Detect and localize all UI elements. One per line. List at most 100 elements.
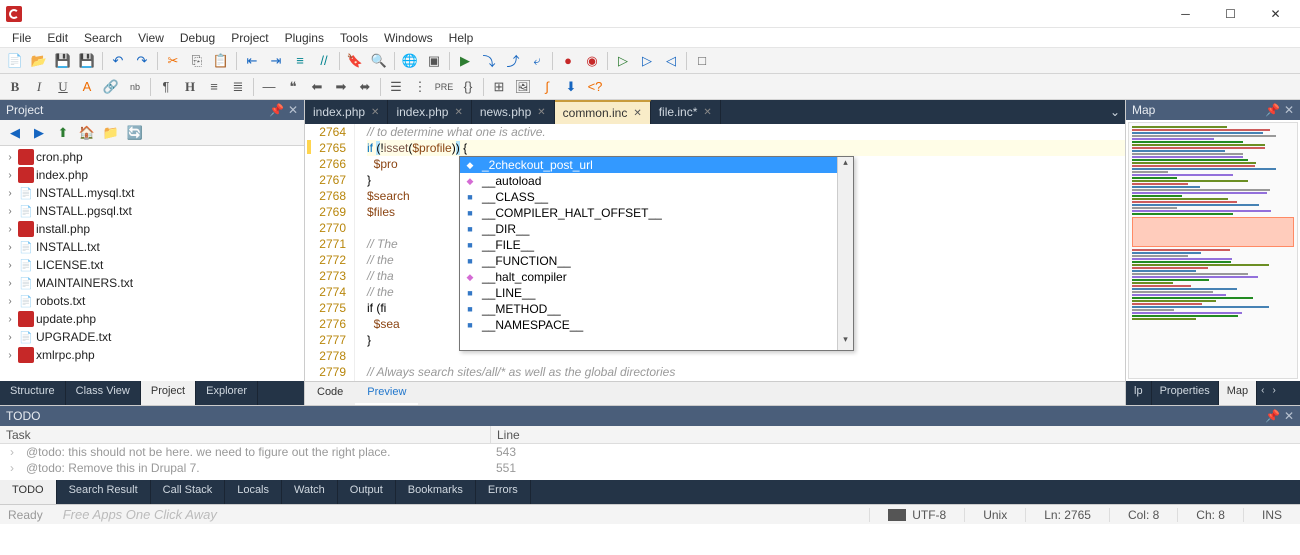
code-editor[interactable]: 2764276527662767276827692770277127722773… <box>305 124 1125 381</box>
browser-icon[interactable]: 🌐 <box>399 50 421 72</box>
save-all-icon[interactable]: 💾 <box>76 50 98 72</box>
font-icon[interactable]: A <box>76 76 98 98</box>
col-line[interactable]: Line <box>490 426 1300 443</box>
link-icon[interactable]: 🔗 <box>100 76 122 98</box>
editor-tab[interactable]: index.php✕ <box>388 100 471 124</box>
cut-icon[interactable]: ✂ <box>162 50 184 72</box>
up-icon[interactable]: ⬆ <box>52 122 74 144</box>
completion-item[interactable]: ■__CLASS__ <box>460 189 853 205</box>
tree-item[interactable]: › 📄 INSTALL.mysql.txt <box>0 184 304 202</box>
bookmark-icon[interactable]: 🔖 <box>344 50 366 72</box>
run-icon[interactable]: ▶ <box>454 50 476 72</box>
completion-item[interactable]: ■__LINE__ <box>460 285 853 301</box>
breakpoint-icon[interactable]: ● <box>557 50 579 72</box>
col-task[interactable]: Task <box>0 426 490 443</box>
save-icon[interactable]: 💾 <box>52 50 74 72</box>
indent-right-icon[interactable]: ⇥ <box>265 50 287 72</box>
step-over-icon[interactable]: ⤴ <box>502 50 524 72</box>
menu-plugins[interactable]: Plugins <box>277 29 332 47</box>
home-icon[interactable]: 🏠 <box>76 122 98 144</box>
folder-icon[interactable]: 📁 <box>100 122 122 144</box>
step-into-icon[interactable]: ⤵ <box>478 50 500 72</box>
completion-scrollbar[interactable]: ▴ ▾ <box>837 157 853 350</box>
completion-item[interactable]: ◆__autoload <box>460 173 853 189</box>
menu-view[interactable]: View <box>130 29 172 47</box>
tab-code[interactable]: Code <box>305 382 355 405</box>
list-ol-icon[interactable]: ⋮ <box>409 76 431 98</box>
tab-search-result[interactable]: Search Result <box>57 480 151 504</box>
table-icon[interactable]: ⊞ <box>488 76 510 98</box>
menu-edit[interactable]: Edit <box>39 29 76 47</box>
breakpoints-icon[interactable]: ◉ <box>581 50 603 72</box>
forward-icon[interactable]: ▶ <box>28 122 50 144</box>
quote-icon[interactable]: ❝ <box>282 76 304 98</box>
menu-tools[interactable]: Tools <box>332 29 376 47</box>
completion-item[interactable]: ■__METHOD__ <box>460 301 853 317</box>
todo-row[interactable]: @todo: Remove this in Drupal 7.551 <box>0 460 1300 476</box>
center-icon[interactable]: ⬌ <box>354 76 376 98</box>
editor-tab[interactable]: index.php✕ <box>305 100 388 124</box>
paste-icon[interactable]: 📋 <box>210 50 232 72</box>
tab-project[interactable]: Project <box>141 381 196 405</box>
underline-icon[interactable]: U <box>52 76 74 98</box>
tab-overflow-icon[interactable]: ⌄ <box>1105 105 1125 119</box>
tree-item[interactable]: › update.php <box>0 310 304 328</box>
menu-help[interactable]: Help <box>441 29 482 47</box>
completion-item[interactable]: ■__DIR__ <box>460 221 853 237</box>
close-icon[interactable]: ✕ <box>371 107 379 118</box>
tab-watch[interactable]: Watch <box>282 480 338 504</box>
completion-item[interactable]: ◆_2checkout_post_url <box>460 157 853 173</box>
code-area[interactable]: // to determine what one is active.if (!… <box>355 124 1125 381</box>
tab-explorer[interactable]: Explorer <box>196 381 258 405</box>
paragraph-icon[interactable]: ¶ <box>155 76 177 98</box>
menu-debug[interactable]: Debug <box>172 29 223 47</box>
maximize-button[interactable]: ☐ <box>1208 0 1253 28</box>
close-button[interactable]: ✕ <box>1253 0 1298 28</box>
pin-icon[interactable]: 📌 <box>269 103 284 117</box>
pin-icon[interactable]: 📌 <box>1265 409 1280 423</box>
align-left-icon[interactable]: ≡ <box>203 76 225 98</box>
panel-close-icon[interactable]: ✕ <box>1284 103 1294 117</box>
redo-icon[interactable]: ↷ <box>131 50 153 72</box>
back-icon[interactable]: ◀ <box>4 122 26 144</box>
tabs-scroll-right-icon[interactable]: › <box>1268 381 1279 405</box>
find-icon[interactable]: 🔍 <box>368 50 390 72</box>
todo-row[interactable]: @todo: this should not be here. we need … <box>0 444 1300 460</box>
tree-item[interactable]: › 📄 UPGRADE.txt <box>0 328 304 346</box>
right-icon[interactable]: ➡ <box>330 76 352 98</box>
pin-icon[interactable]: 📌 <box>1265 103 1280 117</box>
copy-icon[interactable]: ⎘ <box>186 50 208 72</box>
editor-tab[interactable]: file.inc*✕ <box>651 100 721 124</box>
indent-left-icon[interactable]: ⇤ <box>241 50 263 72</box>
menu-search[interactable]: Search <box>76 29 130 47</box>
tab-preview[interactable]: Preview <box>355 382 418 405</box>
step-out-icon[interactable]: ⤶ <box>526 50 548 72</box>
close-icon[interactable]: ✕ <box>633 108 641 119</box>
tab-bookmarks[interactable]: Bookmarks <box>396 480 476 504</box>
tree-item[interactable]: › index.php <box>0 166 304 184</box>
left-icon[interactable]: ⬅ <box>306 76 328 98</box>
tree-item[interactable]: › 📄 LICENSE.txt <box>0 256 304 274</box>
bold-icon[interactable]: B <box>4 76 26 98</box>
completion-popup[interactable]: ◆_2checkout_post_url◆__autoload■__CLASS_… <box>459 156 854 351</box>
tree-item[interactable]: › 📄 MAINTAINERS.txt <box>0 274 304 292</box>
completion-item[interactable]: ■__FILE__ <box>460 237 853 253</box>
menu-project[interactable]: Project <box>223 29 276 47</box>
tree-item[interactable]: › 📄 INSTALL.txt <box>0 238 304 256</box>
pre-icon[interactable]: PRE <box>433 76 455 98</box>
tab-locals[interactable]: Locals <box>225 480 282 504</box>
tree-item[interactable]: › 📄 robots.txt <box>0 292 304 310</box>
php-tag-icon[interactable]: <? <box>584 76 606 98</box>
code-minimap[interactable] <box>1128 122 1298 379</box>
new-file-icon[interactable]: 📄 <box>4 50 26 72</box>
play-icon[interactable]: ▷ <box>612 50 634 72</box>
tab-call-stack[interactable]: Call Stack <box>151 480 226 504</box>
script-icon[interactable]: ∫ <box>536 76 558 98</box>
comment-icon[interactable]: // <box>313 50 335 72</box>
completion-item[interactable]: ◆__halt_compiler <box>460 269 853 285</box>
panel-close-icon[interactable]: ✕ <box>1284 409 1294 423</box>
format-icon[interactable]: ≡ <box>289 50 311 72</box>
pause-icon[interactable]: ◁ <box>660 50 682 72</box>
css-icon[interactable]: ⬇ <box>560 76 582 98</box>
undo-icon[interactable]: ↶ <box>107 50 129 72</box>
